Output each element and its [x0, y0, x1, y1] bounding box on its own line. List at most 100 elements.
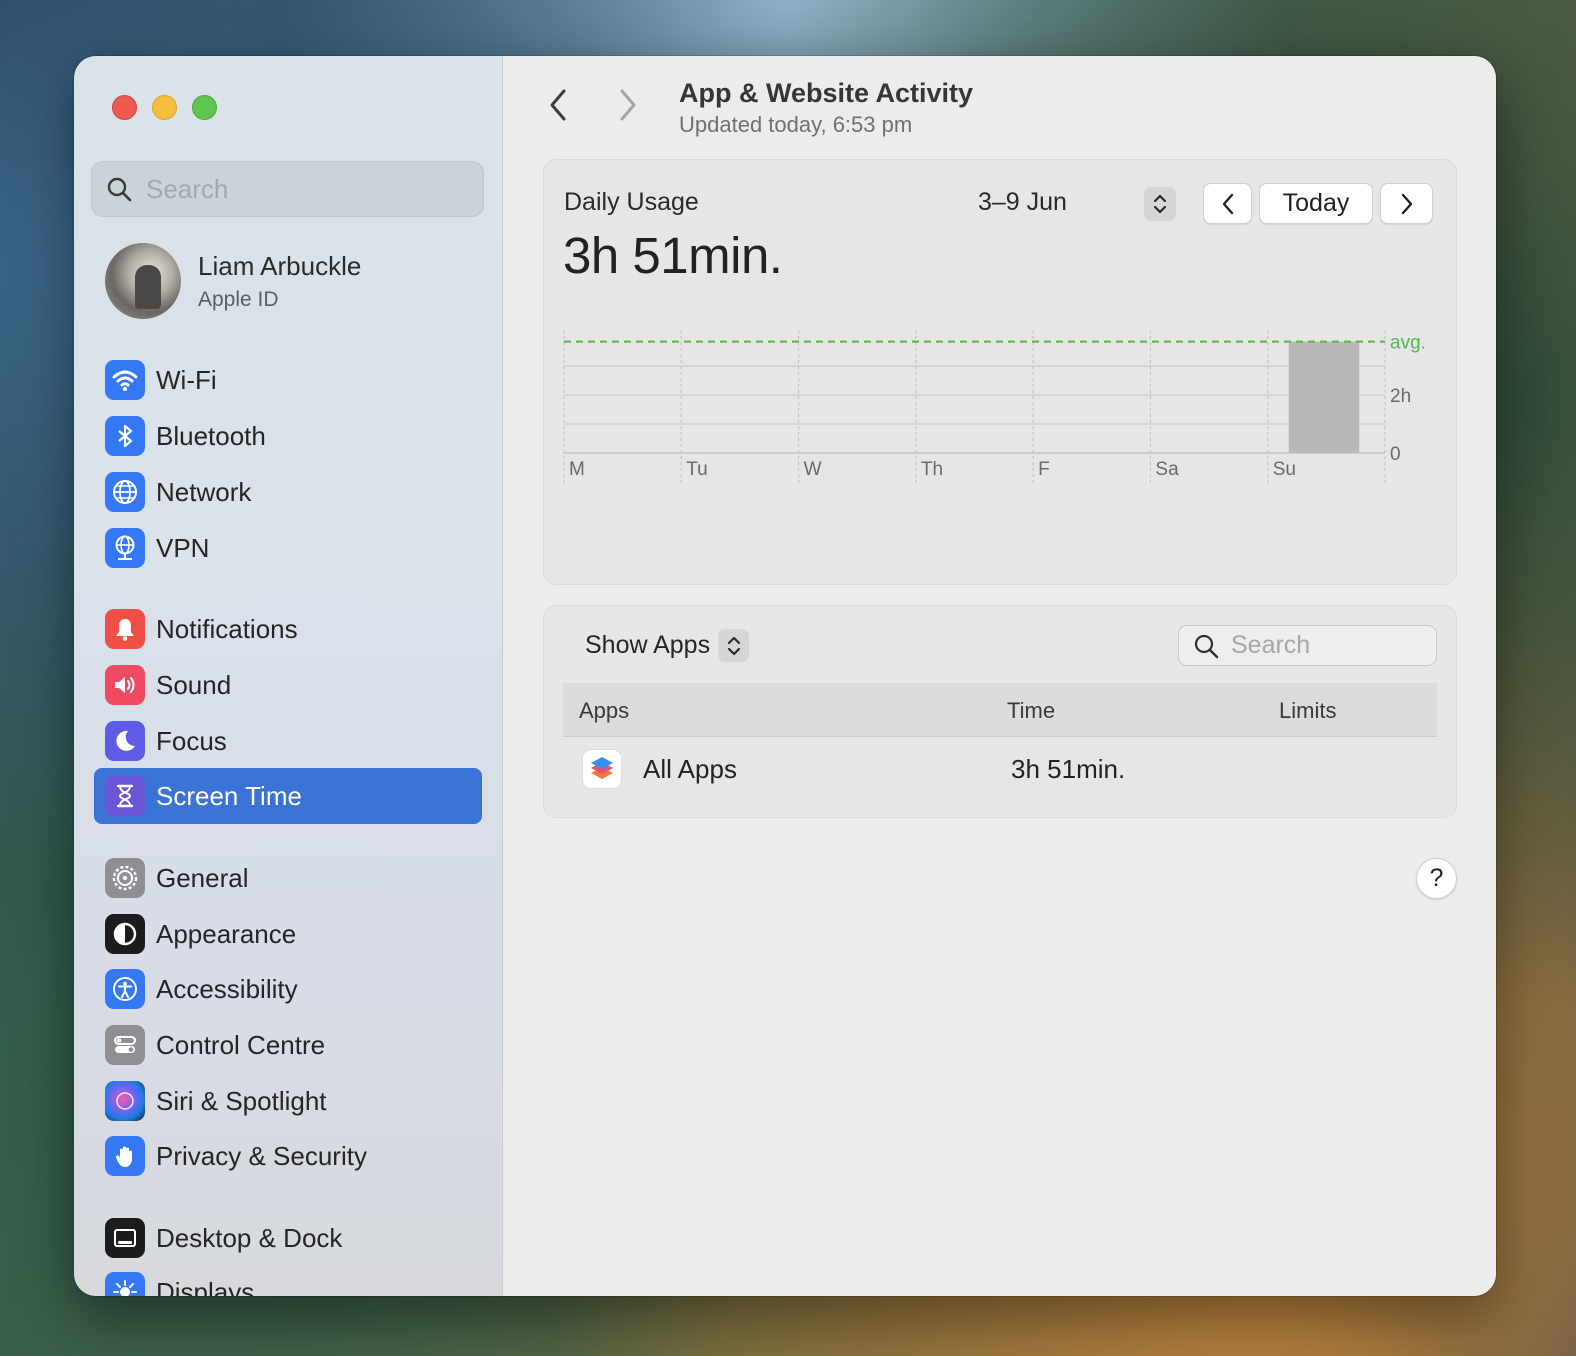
sidebar-item-desktop-dock[interactable]: Desktop & Dock — [94, 1210, 482, 1266]
sidebar-item-label: General — [156, 862, 249, 893]
dock-icon — [105, 1218, 145, 1258]
sun-icon — [105, 1272, 145, 1296]
daily-usage-value: 3h 51min. — [563, 227, 783, 284]
x-tick-label: M — [569, 459, 585, 480]
sidebar-item-sound[interactable]: Sound — [94, 657, 482, 713]
column-header-apps[interactable]: Apps — [579, 698, 629, 724]
date-range-label: 3–9 Jun — [978, 188, 1067, 216]
close-window-button[interactable] — [112, 95, 137, 120]
stack-icon — [582, 749, 622, 789]
app-name: All Apps — [643, 754, 737, 784]
today-button[interactable]: Today — [1259, 183, 1373, 224]
chevron-right-icon — [1401, 193, 1412, 214]
sidebar-item-label: Privacy & Security — [156, 1140, 367, 1171]
appearance-icon — [105, 914, 145, 954]
sidebar-item-label: VPN — [156, 532, 210, 563]
back-chevron-icon[interactable] — [547, 88, 569, 122]
y-tick-label: 2h — [1390, 386, 1411, 407]
sidebar-search-field[interactable]: Search — [91, 161, 484, 217]
apple-id-profile[interactable]: Liam Arbuckle Apple ID — [105, 243, 361, 319]
sidebar-item-network[interactable]: Network — [94, 464, 482, 520]
apps-search-field[interactable]: Search — [1178, 625, 1437, 666]
sidebar-item-label: Sound — [156, 669, 232, 700]
window-controls — [112, 95, 217, 120]
x-tick-label: Sa — [1155, 459, 1179, 480]
settings-window: Search Liam Arbuckle Apple ID Wi-Fi Blue… — [74, 56, 1496, 1296]
minimize-window-button[interactable] — [152, 95, 177, 120]
sidebar-item-label: Control Centre — [156, 1029, 326, 1060]
sidebar-item-label: Displays — [156, 1276, 255, 1297]
apps-search-placeholder: Search — [1231, 631, 1311, 659]
sidebar-item-label: Bluetooth — [156, 420, 266, 451]
hand-icon — [105, 1136, 145, 1176]
sidebar-item-label: Notifications — [156, 613, 298, 644]
main-pane: App & Website Activity Updated today, 6:… — [503, 56, 1496, 1296]
sidebar-item-bluetooth[interactable]: Bluetooth — [94, 408, 482, 464]
up-down-chevron-icon — [718, 629, 750, 662]
sidebar-item-label: Desktop & Dock — [156, 1222, 343, 1253]
profile-name: Liam Arbuckle — [198, 250, 362, 281]
sidebar-item-screen-time[interactable]: Screen Time — [94, 768, 482, 824]
sidebar-item-label: Wi-Fi — [156, 364, 217, 395]
sidebar-item-label: Focus — [156, 725, 227, 756]
sidebar-item-label: Network — [156, 476, 252, 507]
bluetooth-icon — [105, 416, 145, 456]
siri-icon — [105, 1081, 145, 1121]
sidebar-item-focus[interactable]: Focus — [94, 713, 482, 769]
hourglass-icon — [105, 776, 145, 816]
accessibility-icon — [105, 969, 145, 1009]
help-button[interactable]: ? — [1416, 858, 1457, 899]
sidebar-item-vpn[interactable]: VPN — [94, 520, 482, 576]
previous-week-button[interactable] — [1203, 183, 1252, 224]
sidebar: Search Liam Arbuckle Apple ID Wi-Fi Blue… — [74, 56, 503, 1296]
average-label: avg. — [1390, 333, 1426, 354]
sidebar-item-label: Screen Time — [156, 780, 302, 811]
wifi-icon — [105, 360, 145, 400]
daily-usage-card: Daily Usage 3h 51min. 3–9 Jun Today avg.… — [543, 159, 1457, 585]
sidebar-item-control-centre[interactable]: Control Centre — [94, 1017, 482, 1073]
date-range-stepper[interactable] — [1144, 187, 1176, 221]
bar-su — [1288, 341, 1360, 453]
daily-usage-label: Daily Usage — [564, 188, 699, 216]
sidebar-item-label: Accessibility — [156, 973, 298, 1004]
x-tick-label: W — [804, 459, 822, 480]
sidebar-item-accessibility[interactable]: Accessibility — [94, 961, 482, 1017]
sidebar-item-wifi[interactable]: Wi-Fi — [94, 352, 482, 408]
page-title: App & Website Activity — [679, 78, 974, 108]
x-tick-label: F — [1038, 459, 1050, 480]
forward-chevron-icon[interactable] — [617, 88, 639, 122]
y-tick-label: 0 — [1390, 444, 1401, 465]
app-time: 3h 51min. — [1011, 754, 1126, 784]
up-down-chevron-icon — [1153, 194, 1167, 214]
column-header-limits[interactable]: Limits — [1279, 698, 1336, 724]
profile-subtitle: Apple ID — [198, 287, 279, 311]
x-tick-label: Tu — [686, 459, 707, 480]
sidebar-item-general[interactable]: General — [94, 850, 482, 906]
moon-icon — [105, 721, 145, 761]
search-icon — [1194, 634, 1219, 658]
show-apps-popup[interactable]: Show Apps — [585, 629, 750, 662]
table-row[interactable]: All Apps 3h 51min. — [563, 737, 1437, 801]
sidebar-item-label: Siri & Spotlight — [156, 1085, 327, 1116]
next-week-button[interactable] — [1380, 183, 1433, 224]
avatar — [105, 243, 181, 319]
search-icon — [107, 177, 132, 202]
sidebar-search-placeholder: Search — [146, 173, 229, 204]
zoom-window-button[interactable] — [192, 95, 217, 120]
sidebar-item-appearance[interactable]: Appearance — [94, 906, 482, 962]
vpn-globe-icon — [105, 528, 145, 568]
column-header-time[interactable]: Time — [1007, 698, 1055, 724]
apps-table-header: Apps Time Limits — [563, 683, 1437, 737]
toggles-icon — [105, 1025, 145, 1065]
show-apps-label: Show Apps — [585, 631, 711, 659]
sidebar-item-notifications[interactable]: Notifications — [94, 601, 482, 657]
apps-card: Show Apps Search Apps Time Limits All Ap… — [543, 605, 1457, 818]
sidebar-item-privacy-security[interactable]: Privacy & Security — [94, 1128, 482, 1184]
page-subtitle: Updated today, 6:53 pm — [679, 112, 913, 137]
sidebar-item-displays[interactable]: Displays — [94, 1264, 482, 1296]
globe-icon — [105, 472, 145, 512]
bell-icon — [105, 609, 145, 649]
sidebar-item-siri-spotlight[interactable]: Siri & Spotlight — [94, 1073, 482, 1129]
x-tick-label: Th — [921, 459, 943, 480]
speaker-icon — [105, 665, 145, 705]
